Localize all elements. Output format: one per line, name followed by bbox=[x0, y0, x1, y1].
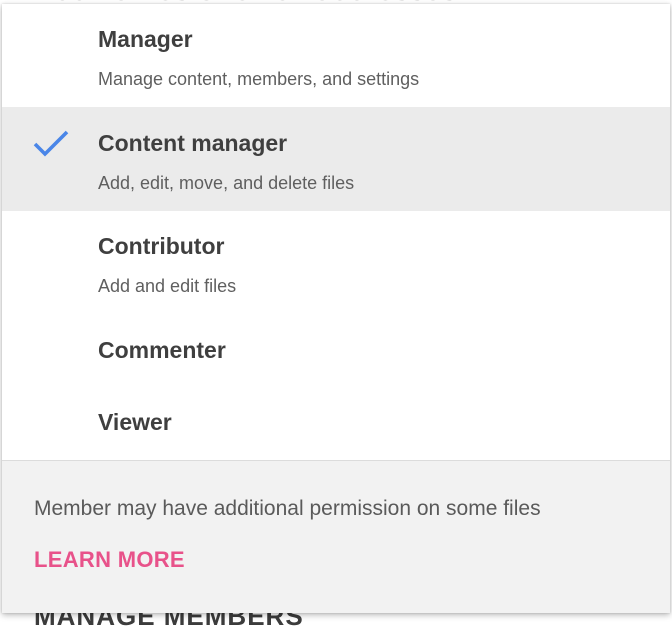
checkmark-icon bbox=[33, 130, 69, 157]
role-option-contributor[interactable]: Contributor Add and edit files bbox=[2, 211, 670, 315]
role-title: Contributor bbox=[98, 233, 225, 259]
permission-note: Member may have additional permission on… bbox=[34, 497, 541, 520]
role-title: Commenter bbox=[98, 337, 226, 363]
role-option-viewer[interactable]: Viewer bbox=[2, 387, 670, 460]
role-option-content-manager[interactable]: Content manager Add, edit, move, and del… bbox=[2, 107, 670, 211]
role-title: Content manager bbox=[98, 130, 288, 156]
role-option-manager[interactable]: Manager Manage content, members, and set… bbox=[2, 4, 670, 104]
learn-more-link[interactable]: LEARN MORE bbox=[34, 547, 185, 573]
role-title: Viewer bbox=[98, 409, 172, 435]
role-description: Manage content, members, and settings bbox=[98, 69, 420, 89]
menu-footer: Member may have additional permission on… bbox=[2, 460, 670, 613]
role-title: Manager bbox=[98, 26, 193, 52]
role-description: Add and edit files bbox=[98, 276, 237, 296]
role-option-commenter[interactable]: Commenter bbox=[2, 315, 670, 387]
role-description: Add, edit, move, and delete files bbox=[98, 173, 355, 193]
role-dropdown-menu: Manager Manage content, members, and set… bbox=[2, 4, 670, 613]
